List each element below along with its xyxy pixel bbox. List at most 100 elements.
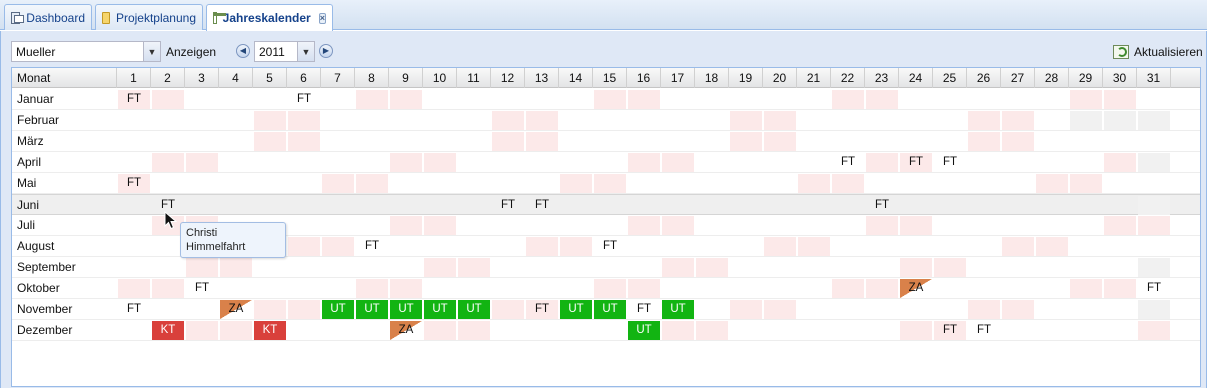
column-header-day[interactable]: 3 (185, 68, 219, 88)
calendar-row[interactable]: März (12, 131, 1200, 152)
column-header-day[interactable]: 22 (831, 68, 865, 88)
column-header-day[interactable]: 29 (1069, 68, 1103, 88)
day-cell-weekend[interactable] (288, 300, 320, 319)
day-cell-weekend[interactable] (322, 174, 354, 193)
day-entry-ft[interactable]: FT (288, 90, 320, 109)
column-header-day[interactable]: 23 (865, 68, 899, 88)
day-cell-weekend[interactable] (832, 174, 864, 193)
column-header-day[interactable]: 13 (525, 68, 559, 88)
calendar-row[interactable]: November FT ZA UT UT UT UT UT FT UT UT FT UT (12, 299, 1200, 320)
day-entry-ft[interactable]: FT (968, 321, 1000, 340)
calendar-row[interactable]: September (12, 257, 1200, 278)
refresh-button[interactable]: Aktualisieren (1109, 42, 1207, 62)
calendar-row[interactable]: Juni FT FT FT FT (12, 194, 1200, 215)
day-entry-ut[interactable]: UT (458, 300, 490, 319)
day-cell-weekend[interactable] (866, 279, 898, 298)
column-header-day[interactable]: 20 (763, 68, 797, 88)
day-cell-weekend[interactable] (526, 237, 558, 256)
calendar-row[interactable]: Oktober FT ZA FT (12, 278, 1200, 299)
day-cell-empty[interactable] (1070, 111, 1102, 130)
day-cell-weekend[interactable] (866, 153, 898, 172)
day-entry-ft[interactable]: FT (594, 237, 626, 256)
day-cell-weekend[interactable] (764, 111, 796, 130)
day-cell-weekend[interactable] (220, 196, 252, 215)
day-cell-weekend[interactable] (594, 279, 626, 298)
day-cell-weekend[interactable] (220, 321, 252, 340)
column-header-day[interactable]: 11 (457, 68, 491, 88)
day-cell-weekend[interactable] (526, 132, 558, 151)
column-header-day[interactable]: 18 (695, 68, 729, 88)
day-cell-weekend[interactable] (1002, 237, 1034, 256)
day-entry-ft[interactable]: FT (186, 279, 218, 298)
column-header-day[interactable]: 25 (933, 68, 967, 88)
column-header-day[interactable]: 31 (1137, 68, 1171, 88)
day-cell-weekend[interactable] (356, 279, 388, 298)
day-cell-empty[interactable] (1138, 153, 1170, 172)
day-cell-empty[interactable] (1138, 111, 1170, 130)
day-entry-ft[interactable]: FT (1138, 279, 1170, 298)
column-header-day[interactable]: 30 (1103, 68, 1137, 88)
day-entry-ut[interactable]: UT (424, 300, 456, 319)
calendar-row[interactable]: Februar (12, 110, 1200, 131)
column-header-day[interactable]: 26 (967, 68, 1001, 88)
column-header-day[interactable]: 5 (253, 68, 287, 88)
day-cell-weekend[interactable] (356, 174, 388, 193)
day-cell-weekend[interactable] (458, 321, 490, 340)
day-cell-weekend[interactable] (934, 196, 966, 215)
column-header-day[interactable]: 27 (1001, 68, 1035, 88)
column-header-day[interactable]: 9 (389, 68, 423, 88)
day-cell-weekend[interactable] (764, 300, 796, 319)
day-cell-weekend[interactable] (152, 279, 184, 298)
day-cell-weekend[interactable] (458, 258, 490, 277)
day-cell-weekend[interactable] (186, 321, 218, 340)
day-cell-weekend[interactable] (662, 153, 694, 172)
day-cell-weekend[interactable] (186, 258, 218, 277)
day-entry-ft[interactable]: FT (118, 300, 150, 319)
day-cell-weekend[interactable] (662, 321, 694, 340)
day-cell-weekend[interactable] (560, 174, 592, 193)
day-cell-weekend[interactable] (696, 321, 728, 340)
year-select[interactable]: 2011 ▼ (254, 41, 315, 62)
day-cell-weekend[interactable] (322, 237, 354, 256)
column-header-month[interactable]: Monat (12, 68, 117, 88)
day-entry-ut[interactable]: UT (390, 300, 422, 319)
day-cell-weekend[interactable] (628, 279, 660, 298)
day-cell-weekend[interactable] (968, 132, 1000, 151)
previous-year-icon[interactable]: ◀ (236, 44, 250, 58)
day-entry-za[interactable]: ZA (900, 279, 932, 298)
day-cell-weekend[interactable] (254, 132, 286, 151)
day-entry-kt[interactable]: KT (152, 321, 184, 340)
day-entry-ut[interactable]: UT (356, 300, 388, 319)
day-entry-kt[interactable]: KT (254, 321, 286, 340)
next-year-icon[interactable]: ▶ (319, 44, 333, 58)
day-entry-ft[interactable]: FT (356, 237, 388, 256)
day-cell-weekend[interactable] (730, 132, 762, 151)
day-cell-weekend[interactable] (118, 279, 150, 298)
day-cell-weekend[interactable] (288, 237, 320, 256)
day-cell-weekend[interactable] (424, 216, 456, 235)
day-cell-weekend[interactable] (356, 90, 388, 109)
day-cell-weekend[interactable] (1138, 216, 1170, 235)
column-header-day[interactable]: 15 (593, 68, 627, 88)
column-header-day[interactable]: 10 (423, 68, 457, 88)
column-header-day[interactable]: 19 (729, 68, 763, 88)
day-cell-weekend[interactable] (832, 90, 864, 109)
chevron-down-icon[interactable]: ▼ (143, 42, 160, 61)
column-header-day[interactable]: 12 (491, 68, 525, 88)
day-cell-weekend[interactable] (492, 132, 524, 151)
tab-dashboard[interactable]: Dashboard (4, 4, 92, 30)
day-cell-empty[interactable] (1138, 300, 1170, 319)
day-cell-empty[interactable] (1138, 258, 1170, 277)
day-cell-weekend[interactable] (730, 300, 762, 319)
day-cell-weekend[interactable] (390, 153, 422, 172)
day-cell-weekend[interactable] (492, 111, 524, 130)
day-entry-za[interactable]: ZA (390, 321, 422, 340)
day-cell-weekend[interactable] (1036, 237, 1068, 256)
day-cell-weekend[interactable] (390, 90, 422, 109)
day-cell-weekend[interactable] (968, 300, 1000, 319)
day-cell-weekend[interactable] (390, 279, 422, 298)
day-cell-weekend[interactable] (1036, 174, 1068, 193)
day-cell-weekend[interactable] (798, 174, 830, 193)
day-cell-weekend[interactable] (254, 196, 286, 215)
day-entry-ut[interactable]: UT (628, 321, 660, 340)
